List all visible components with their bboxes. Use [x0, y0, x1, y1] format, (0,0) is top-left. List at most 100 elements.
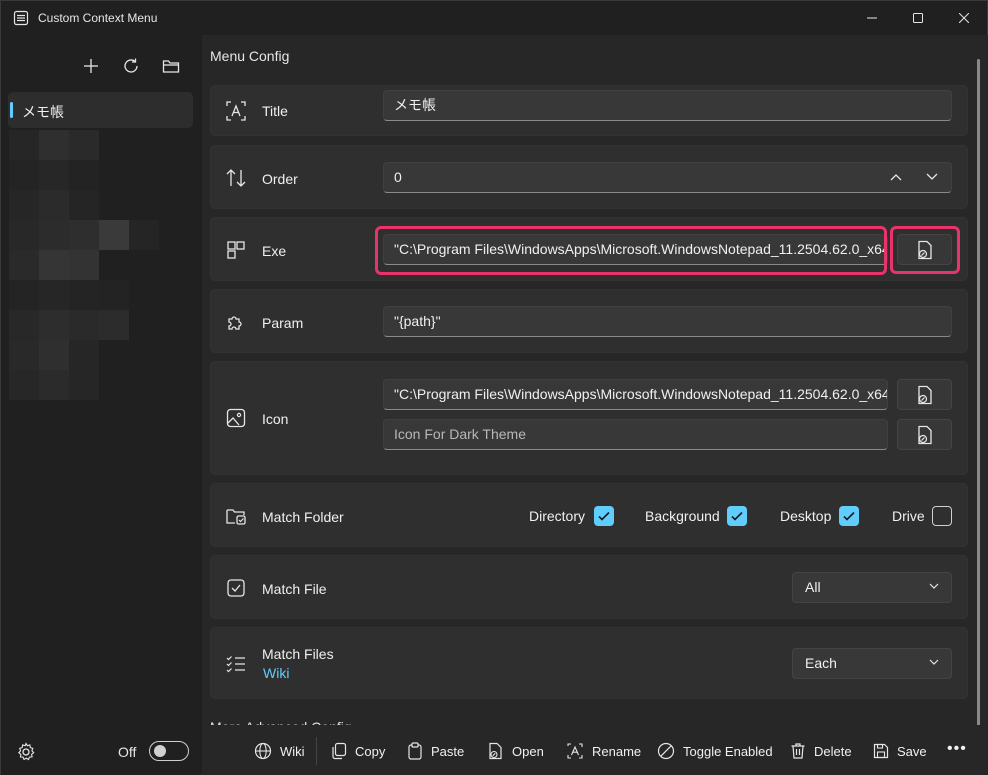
redacted-block	[129, 220, 159, 250]
command-separator	[316, 737, 317, 765]
match-folder-label: Match Folder	[262, 509, 344, 525]
order-value: 0	[394, 169, 402, 185]
order-card: Order 0	[210, 145, 968, 209]
redacted-block	[39, 130, 69, 160]
param-card: Param "{path}"	[210, 289, 968, 353]
save-label: Save	[897, 743, 927, 759]
decrement-chevron-down-icon[interactable]	[926, 173, 938, 181]
open-file-icon	[917, 385, 932, 404]
match-file-dropdown[interactable]: All	[792, 572, 952, 603]
open-button[interactable]: Open	[488, 740, 544, 762]
app-window: Custom Context Menu メモ帳 Off Menu Config …	[0, 0, 988, 775]
param-label: Param	[262, 315, 304, 331]
copy-button[interactable]: Copy	[331, 740, 385, 762]
redacted-block	[69, 280, 99, 310]
minimize-button[interactable]	[849, 1, 895, 35]
chevron-down-icon	[929, 659, 939, 665]
redacted-block	[39, 340, 69, 370]
add-menu-button[interactable]	[78, 53, 104, 79]
redacted-block	[9, 130, 39, 160]
save-icon	[873, 743, 889, 759]
image-icon	[226, 408, 246, 428]
order-number-box[interactable]: 0	[383, 162, 952, 193]
trash-icon	[791, 743, 805, 759]
title-bar: Custom Context Menu	[1, 1, 988, 35]
rename-button[interactable]: Rename	[566, 740, 641, 762]
increment-chevron-up-icon[interactable]	[890, 173, 902, 181]
vertical-scrollbar[interactable]	[977, 59, 980, 735]
maximize-icon	[913, 13, 923, 23]
block-icon	[657, 742, 675, 760]
paste-label: Paste	[431, 743, 465, 759]
open-folder-button[interactable]	[158, 53, 184, 79]
delete-button[interactable]: Delete	[790, 740, 852, 762]
redacted-block	[39, 370, 69, 400]
order-label: Order	[262, 171, 298, 187]
enable-toggle[interactable]	[149, 741, 189, 761]
plus-icon	[84, 59, 98, 73]
toggle-enabled-button[interactable]: Toggle Enabled	[657, 740, 773, 762]
wiki-button[interactable]: Wiki	[254, 740, 305, 762]
drive-checkbox-label: Drive	[892, 508, 925, 524]
checkmark-icon	[843, 511, 855, 521]
folder-check-icon	[226, 509, 246, 525]
paste-button[interactable]: Paste	[407, 740, 464, 762]
browse-icon-button[interactable]	[897, 379, 952, 410]
title-card: Title メモ帳	[210, 85, 968, 136]
close-icon	[959, 13, 969, 23]
close-button[interactable]	[941, 1, 987, 35]
folder-icon	[162, 60, 180, 73]
toggle-knob	[154, 745, 166, 757]
redacted-block	[99, 220, 129, 250]
redacted-block	[9, 340, 39, 370]
maximize-button[interactable]	[895, 1, 941, 35]
open-file-icon	[489, 742, 502, 760]
redacted-block	[69, 340, 99, 370]
main-pane: Menu Config Title メモ帳 Order 0 Exe "C:\Pr…	[202, 35, 988, 775]
sidebar-item-notepad[interactable]: メモ帳	[8, 92, 193, 128]
title-label: Title	[262, 103, 288, 119]
save-button[interactable]: Save	[873, 740, 927, 762]
refresh-icon	[124, 58, 138, 73]
redacted-block	[9, 370, 39, 400]
redacted-block	[69, 190, 99, 220]
match-files-dropdown[interactable]: Each	[792, 648, 952, 679]
rename-title-icon	[226, 101, 246, 121]
redacted-block	[9, 250, 39, 280]
redacted-block	[69, 220, 99, 250]
refresh-button[interactable]	[118, 53, 144, 79]
rename-label: Rename	[592, 743, 642, 759]
settings-gear-icon[interactable]	[15, 741, 37, 763]
browse-dark-icon-button[interactable]	[897, 419, 952, 450]
redacted-block	[99, 280, 129, 310]
redacted-block	[69, 160, 99, 190]
copy-label: Copy	[355, 743, 386, 759]
globe-icon	[254, 742, 272, 760]
match-files-label: Match Files	[262, 646, 334, 662]
more-options-button[interactable]: •••	[947, 740, 967, 758]
match-file-label: Match File	[262, 581, 327, 597]
open-file-icon	[917, 425, 932, 444]
redacted-block	[39, 160, 69, 190]
desktop-checkbox[interactable]	[839, 506, 859, 526]
desktop-checkbox-label: Desktop	[780, 508, 832, 524]
dark-icon-input[interactable]: Icon For Dark Theme	[383, 419, 888, 450]
redacted-block	[39, 220, 69, 250]
background-checkbox-label: Background	[645, 508, 720, 524]
puzzle-icon	[228, 316, 242, 330]
sort-order-icon	[226, 169, 246, 187]
title-input[interactable]: メモ帳	[383, 90, 952, 121]
paste-icon	[408, 742, 422, 760]
exe-card: Exe "C:\Program Files\WindowsApps\Micros…	[210, 217, 968, 281]
icon-path-input[interactable]: "C:\Program Files\WindowsApps\Microsoft.…	[383, 379, 888, 410]
match-folder-card: Match Folder Directory Background Deskto…	[210, 483, 968, 547]
redacted-block	[69, 370, 99, 400]
directory-checkbox[interactable]	[594, 506, 614, 526]
icon-label: Icon	[262, 411, 289, 427]
match-files-selected: Each	[805, 655, 837, 671]
redacted-block	[39, 190, 69, 220]
param-input[interactable]: "{path}"	[383, 306, 952, 337]
drive-checkbox[interactable]	[932, 506, 952, 526]
background-checkbox[interactable]	[727, 506, 747, 526]
match-files-wiki-link[interactable]: Wiki	[263, 665, 289, 681]
